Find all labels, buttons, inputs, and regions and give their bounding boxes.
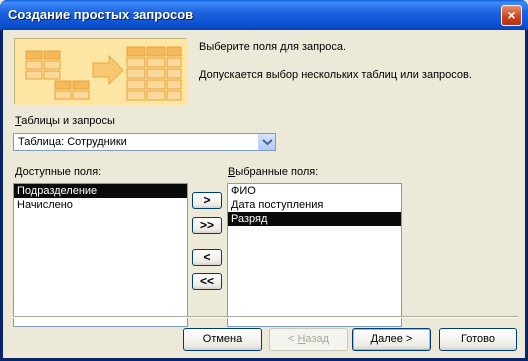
tables-label: Таблицы и запросы [15,115,115,127]
window-title: Создание простых запросов [8,7,194,22]
add-field-button[interactable]: > [192,192,222,209]
close-button[interactable]: × [501,5,522,26]
list-item[interactable]: Разряд [228,212,401,226]
chevron-down-icon [262,139,273,146]
tables-combobox[interactable]: Таблица: Сотрудники [13,133,276,151]
available-label-rest: оступные поля: [22,166,102,178]
wizard-illustration [14,38,187,105]
back-button-rest: азад [305,333,329,345]
close-icon: × [507,7,516,23]
combobox-dropdown-button[interactable] [258,134,275,150]
remove-all-fields-button[interactable]: << [192,273,222,290]
list-item[interactable]: Начислено [14,198,187,212]
next-button[interactable]: Далее > [352,328,431,351]
instruction-text-1: Выберите поля для запроса. [199,41,347,53]
next-button-rest: алее > [378,333,413,345]
remove-field-button[interactable]: < [192,249,222,266]
list-item[interactable]: Дата поступления [228,198,401,212]
tables-combobox-value: Таблица: Сотрудники [18,136,127,148]
selected-fields-list[interactable]: ФИО Дата поступления Разряд [227,183,402,327]
back-button[interactable]: < Назад [269,328,348,351]
selected-fields-label: Выбранные поля: [228,166,318,178]
selected-label-rest: ыбранные поля: [235,166,319,178]
title-bar[interactable]: Создание простых запросов × [0,0,528,30]
available-fields-list[interactable]: Подразделение Начислено [13,183,188,327]
available-fields-label: Доступные поля: [15,166,101,178]
tables-to-query-icon [15,39,187,105]
add-all-fields-button[interactable]: >> [192,217,222,234]
finish-button[interactable]: Готово [439,328,517,351]
cancel-button[interactable]: Отмена [183,328,262,351]
next-button-mnemonic: Д [370,333,379,345]
instruction-text-2: Допускается выбор нескольких таблиц или … [199,69,472,81]
wizard-window: Создание простых запросов × Выберите пол… [0,0,528,361]
available-label-mnemonic: Д [15,166,23,178]
list-item[interactable]: ФИО [228,184,401,198]
wizard-body: Выберите поля для запроса. Допускается в… [3,30,525,358]
footer-divider [13,316,518,318]
tables-label-rest: аблицы и запросы [21,115,115,127]
list-item[interactable]: Подразделение [14,184,187,198]
